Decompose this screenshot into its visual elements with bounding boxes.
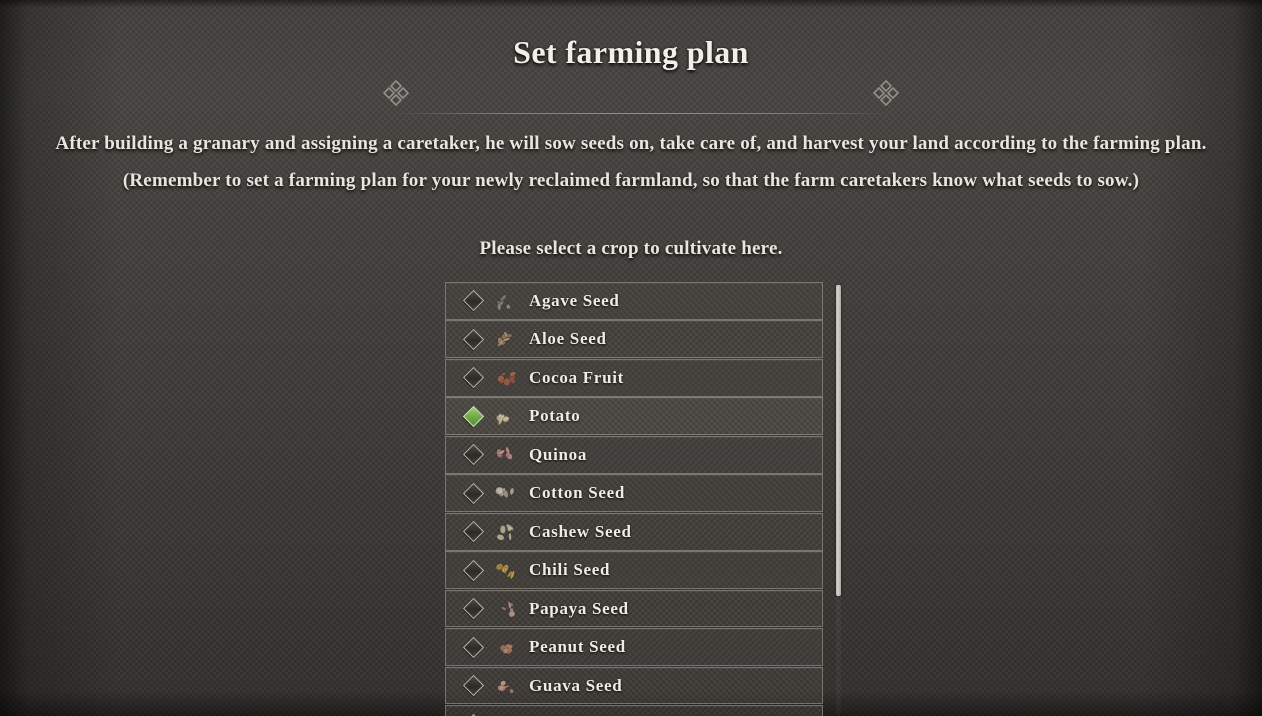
description-line-2: (Remember to set a farming plan for your… [122,170,1140,191]
crop-list-scroll-thumb[interactable] [836,285,841,596]
agave-seed-icon [495,291,517,311]
crop-list-item-label: Cocoa Fruit [529,367,625,387]
cocoa-fruit-icon [495,368,517,388]
crop-list-item-label: Quinoa [529,444,588,464]
page-title: Set farming plan [513,34,749,70]
crop-list-item-label: Potato [529,406,581,426]
crop-list-item-label: Cotton Seed [529,483,626,503]
crop-list-item[interactable]: Cotton Seed [445,474,823,513]
crop-list[interactable]: Agave Seed Aloe Seed Cocoa Fruit Potato Quin… [445,282,823,716]
crop-list-item[interactable]: Potato [445,397,823,436]
top-shadow-band [0,0,1262,8]
crop-list-item-label: Guava Seed [529,675,623,695]
quatrefoil-ornament-right-icon [869,76,903,110]
crop-unselected-diamond-icon[interactable] [462,444,485,466]
title-divider [390,113,890,114]
crop-unselected-diamond-icon[interactable] [462,367,485,389]
crop-list-item[interactable]: Aloe Seed [445,320,823,359]
crop-list-item-label: Cashew Seed [529,521,632,541]
crop-list-item[interactable]: Agave Seed [445,282,823,320]
crop-unselected-diamond-icon[interactable] [462,482,485,504]
quatrefoil-ornament-left-icon [379,76,413,110]
crop-unselected-diamond-icon[interactable] [462,521,485,543]
crop-list-item-label: Aloe Seed [529,329,607,349]
crop-unselected-diamond-icon[interactable] [462,290,485,312]
crop-unselected-diamond-icon[interactable] [462,636,485,658]
crop-list-item[interactable]: Chili Seed [445,551,823,589]
cashew-seed-icon [495,522,517,542]
aloe-seed-icon [495,329,517,349]
cotton-seed-icon [495,483,517,503]
potato-icon [495,406,517,426]
peanut-seed-icon [495,637,517,657]
crop-list-item-label: Peanut Seed [529,637,626,657]
guava-seed-icon [495,676,517,696]
crop-list-item[interactable]: Cashew Seed [445,512,823,551]
crop-list-item[interactable]: Guava Seed [445,666,823,705]
crop-list-item[interactable]: Quinoa [445,435,823,474]
game-screen: Set farming plan After building a granar… [0,0,1262,716]
crop-list-item-label: Agave Seed [529,290,620,310]
crop-selected-diamond-icon[interactable] [462,405,485,427]
crop-list-item[interactable]: Cocoa Fruit [445,358,823,397]
crop-unselected-diamond-icon[interactable] [462,598,485,620]
crop-list-item[interactable]: Papaya Seed [445,589,823,628]
crop-list-item-label: Chili Seed [529,560,611,580]
crop-list-item-label: Papaya Seed [529,598,629,618]
selection-prompt: Please select a crop to cultivate here. [479,238,783,259]
crop-unselected-diamond-icon[interactable] [462,328,485,350]
papaya-seed-icon [495,599,517,619]
crop-unselected-diamond-icon[interactable] [462,675,485,697]
quinoa-icon [495,445,517,465]
crop-list-item[interactable]: Peanut Seed [445,628,823,666]
dialog-header: Set farming plan [0,30,1262,114]
description-line-1: After building a granary and assigning a… [55,133,1207,154]
crop-list-item[interactable] [445,705,823,716]
chili-seed-icon [495,560,517,580]
crop-unselected-diamond-icon[interactable] [462,559,485,581]
